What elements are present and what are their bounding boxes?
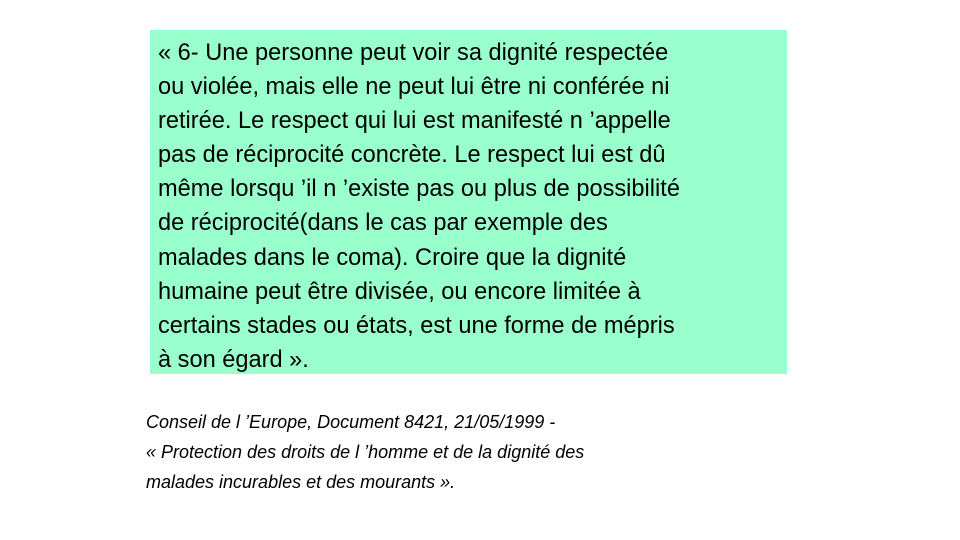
quote-line: même lorsqu ’il n ’existe pas ou plus de… xyxy=(158,176,680,203)
citation: Conseil de l ’Europe, Document 8421, 21/… xyxy=(146,407,796,497)
quote-line: pas de réciprocité concrète. Le respect … xyxy=(158,142,666,169)
quote-line: certains stades ou états, est une forme … xyxy=(158,312,675,339)
quote-line: de réciprocité(dans le cas par exemple d… xyxy=(158,210,608,237)
citation-line: malades incurables et des mourants ». xyxy=(146,472,456,492)
quote-line: humaine peut être divisée, ou encore lim… xyxy=(158,278,641,305)
quote-line: « 6- Une personne peut voir sa dignité r… xyxy=(158,40,669,66)
quote-line: à son égard ». xyxy=(158,346,309,373)
citation-line: « Protection des droits de l ’homme et d… xyxy=(146,442,585,462)
citation-line: Conseil de l ’Europe, Document 8421, 21/… xyxy=(146,412,556,432)
quote-line: malades dans le coma). Croire que la dig… xyxy=(158,244,627,271)
quote-line: ou violée, mais elle ne peut lui être ni… xyxy=(158,74,670,101)
quote-box: « 6- Une personne peut voir sa dignité r… xyxy=(150,30,787,374)
quote-line: retirée. Le respect qui lui est manifest… xyxy=(158,108,671,135)
